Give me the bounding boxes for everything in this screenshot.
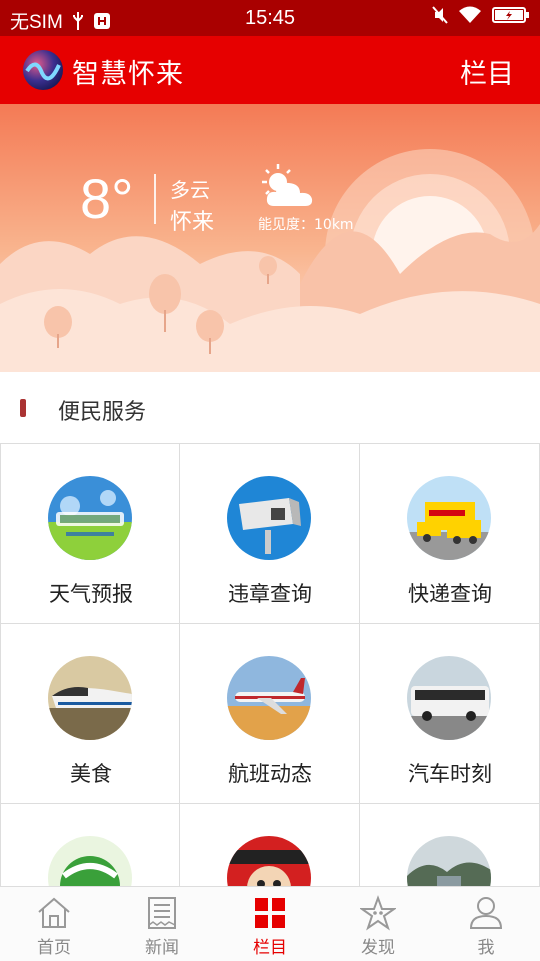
landscape-illustration [0, 104, 540, 372]
app-logo-icon [23, 50, 63, 90]
scenery-image [407, 836, 491, 888]
service-label: 天气预报 [49, 582, 133, 606]
traffic-camera-image [227, 476, 311, 560]
service-label: 美食 [70, 762, 112, 786]
city-name: 怀来 [170, 210, 215, 235]
service-label: 快递查询 [408, 582, 492, 606]
weather-banner: 8° 多云 怀来 能见度：10km [0, 104, 540, 372]
health-globe-image [48, 836, 132, 888]
tab-label: 我 [477, 938, 495, 958]
service-cartoon[interactable] [180, 804, 360, 888]
app-title: 智慧怀来 [72, 59, 184, 90]
star-icon [360, 895, 396, 931]
wifi-icon [459, 6, 481, 23]
service-scenery[interactable] [360, 804, 540, 888]
grid-icon [255, 898, 285, 928]
service-traffic-violation[interactable]: 违章查询 [180, 444, 360, 624]
airplane-image [227, 656, 311, 740]
status-bar: 无SIM 15:45 [0, 0, 540, 36]
tab-label: 首页 [37, 938, 71, 958]
mute-icon [432, 6, 448, 24]
section-title: 便民服务 [58, 400, 147, 425]
columns-button[interactable]: 栏目 [460, 52, 514, 91]
service-bus-schedule[interactable]: 汽车时刻 [360, 624, 540, 804]
service-express-tracking[interactable]: 快递查询 [360, 444, 540, 624]
tab-columns[interactable]: 栏目 [216, 887, 324, 961]
service-health[interactable] [0, 804, 180, 888]
section-header: 便民服务 [0, 372, 540, 444]
weather-divider [154, 174, 156, 224]
weather-forecast-image [48, 476, 132, 560]
visibility-label: 能见度：10km [258, 217, 354, 233]
service-weather-forecast[interactable]: 天气预报 [0, 444, 180, 624]
app-header: 智慧怀来 栏目 [0, 36, 540, 104]
tab-label: 新闻 [145, 938, 179, 958]
news-icon [148, 897, 176, 929]
tab-news[interactable]: 新闻 [108, 887, 216, 961]
weather-condition: 多云 [170, 178, 210, 202]
tab-home[interactable]: 首页 [0, 887, 108, 961]
bottom-tab-bar: 首页 新闻 栏目 发现 我 [0, 886, 540, 961]
tab-label: 栏目 [253, 938, 287, 958]
section-marker [20, 399, 26, 417]
service-flight-status[interactable]: 航班动态 [180, 624, 360, 804]
service-label: 汽车时刻 [408, 762, 492, 786]
service-label: 航班动态 [228, 762, 312, 786]
delivery-truck-image [407, 476, 491, 560]
bullet-train-image [48, 656, 132, 740]
temperature: 8° [80, 167, 134, 230]
cartoon-image [227, 836, 311, 888]
home-icon [38, 897, 70, 928]
bus-image [407, 656, 491, 740]
battery-icon [492, 7, 529, 23]
tab-me[interactable]: 我 [432, 887, 540, 961]
tab-discover[interactable]: 发现 [324, 887, 432, 961]
service-label: 违章查询 [228, 582, 312, 606]
services-grid: 天气预报 违章查询 快递查询 美食 航班动态 汽车时刻 [0, 443, 540, 888]
user-icon [469, 897, 503, 929]
partly-cloudy-icon [262, 164, 313, 206]
tab-label: 发现 [361, 938, 395, 958]
service-food[interactable]: 美食 [0, 624, 180, 804]
